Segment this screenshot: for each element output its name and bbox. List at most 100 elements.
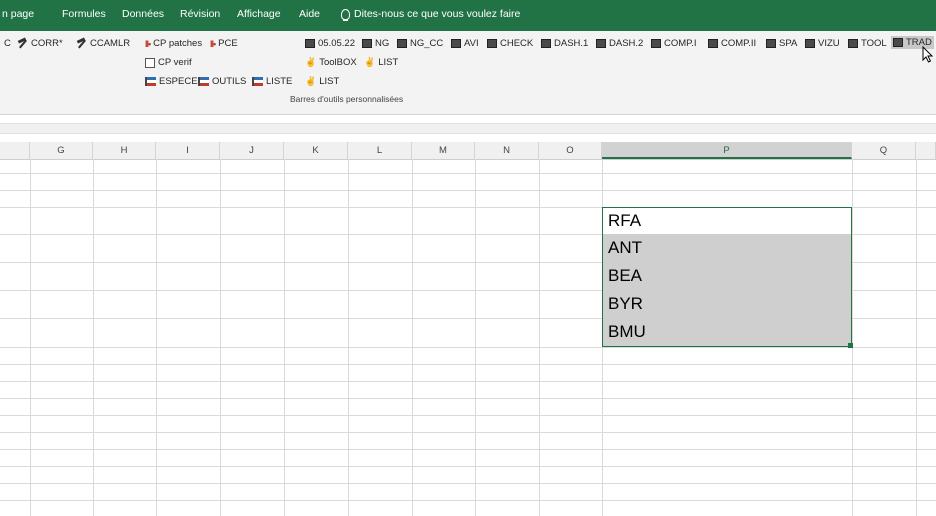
column-header-p[interactable]: P (602, 142, 852, 159)
toolbar-button-05-05-22[interactable]: 05.05.22 (305, 38, 355, 49)
toolbar-button-tool[interactable]: TOOL (848, 38, 887, 49)
cell-byr[interactable]: BYR (608, 290, 848, 318)
toolbar-icon (362, 39, 372, 48)
lightbulb-icon (341, 8, 350, 21)
toolbar-button-check[interactable]: CHECK (487, 38, 533, 49)
toolbar-icon (805, 39, 815, 48)
toolbar-label: NG_CC (410, 38, 444, 49)
column-header-partial[interactable] (0, 142, 30, 159)
column-header-h[interactable]: H (93, 142, 156, 159)
cp-patches-button[interactable]: II• CP patches (145, 38, 202, 49)
column-header-m[interactable]: M (412, 142, 475, 159)
grid-line (0, 500, 936, 501)
column-headers: G H I J K L M N O P Q (0, 142, 936, 160)
espece-button[interactable]: ESPECE (145, 76, 198, 87)
outils-label: OUTILS (212, 76, 247, 87)
tab-aide[interactable]: Aide (299, 8, 320, 20)
ribbon-button-c-label: C (4, 38, 11, 49)
column-header-l[interactable]: L (348, 142, 412, 159)
toolbar-label: COMP.I (664, 38, 697, 49)
hand-icon: ✌ (364, 57, 376, 67)
tab-revision[interactable]: Révision (180, 8, 220, 20)
toolbar-button-spa[interactable]: SPA (766, 38, 797, 49)
outils-button[interactable]: OUTILS (198, 76, 246, 87)
toolbar-label: DASH.1 (554, 38, 589, 49)
column-header-q[interactable]: Q (852, 142, 916, 159)
tab-mise-en-page[interactable]: n page (2, 8, 34, 20)
flag-icon (145, 77, 156, 86)
menu-bar: n page Formules Données Révision Afficha… (0, 0, 936, 31)
toolbar-icon (848, 39, 858, 48)
column-header-i[interactable]: I (156, 142, 220, 159)
grid-line (916, 159, 917, 516)
tool-icon (18, 39, 28, 48)
grid-line (0, 449, 936, 450)
list-button-1[interactable]: ✌ LIST (364, 57, 398, 68)
cell-ant[interactable]: ANT (608, 234, 848, 262)
tab-affichage[interactable]: Affichage (237, 8, 281, 20)
toolbar-label: SPA (779, 38, 798, 49)
toolbar-button-comp-ii[interactable]: COMP.II (708, 38, 756, 49)
toolbar-button-comp-i[interactable]: COMP.I (651, 38, 697, 49)
corr-button[interactable]: CORR* (18, 38, 63, 49)
hand-icon: ✌ (305, 76, 317, 86)
toolbox-label: ToolBOX (319, 57, 357, 68)
toolbar-label: NG (375, 38, 390, 49)
cp-verif-button[interactable]: CP verif (145, 57, 192, 68)
mouse-pointer-icon (922, 46, 934, 63)
toolbar-icon (651, 39, 661, 48)
column-header-j[interactable]: J (220, 142, 284, 159)
column-header-n[interactable]: N (475, 142, 539, 159)
pce-button[interactable]: II• PCE (210, 38, 238, 49)
column-header-g[interactable]: G (30, 142, 93, 159)
toolbar-button-dash-2[interactable]: DASH.2 (596, 38, 643, 49)
toolbar-icon (487, 39, 497, 48)
toolbar-button-vizu[interactable]: VIZU (805, 38, 840, 49)
column-header-k[interactable]: K (284, 142, 348, 159)
toolbar-button-ng[interactable]: NG (362, 38, 389, 49)
liste-button[interactable]: LISTE (252, 76, 292, 87)
ccamlr-button[interactable]: CCAMLR (77, 38, 130, 49)
toolbar-icon (766, 39, 776, 48)
tell-me-box[interactable]: Dites-nous ce que vous voulez faire (341, 8, 520, 21)
grid-line (0, 381, 936, 382)
espece-label: ESPECE (159, 76, 198, 87)
column-header-partial-right[interactable] (916, 142, 936, 159)
toolbar-icon (893, 38, 903, 47)
toolbar-icon (305, 39, 315, 48)
toolbar-button-dash-1[interactable]: DASH.1 (541, 38, 588, 49)
hand-icon: ✌ (305, 57, 317, 67)
toolbar-label: 05.05.22 (318, 38, 355, 49)
flag-icon (252, 77, 263, 86)
ccamlr-label: CCAMLR (90, 38, 131, 49)
cp-verif-label: CP verif (158, 57, 192, 68)
cell-bea[interactable]: BEA (608, 262, 848, 290)
tab-donnees[interactable]: Données (122, 8, 164, 20)
toolbox-button[interactable]: ✌ ToolBOX (305, 57, 357, 68)
grid-line (0, 398, 936, 399)
grid-line (0, 190, 936, 191)
grid-line (0, 415, 936, 416)
list-button-2[interactable]: ✌ LIST (305, 76, 339, 87)
grid-line (284, 159, 285, 516)
patch-icon: II• (210, 38, 216, 49)
ribbon-button-c[interactable]: C (4, 38, 11, 49)
column-header-o[interactable]: O (539, 142, 602, 159)
formula-bar-area (0, 115, 936, 141)
list-label-2: LIST (319, 76, 340, 87)
pce-label: PCE (218, 38, 238, 49)
fill-handle[interactable] (848, 343, 853, 348)
toolbar-icon (397, 39, 407, 48)
cell-bmu[interactable]: BMU (608, 318, 848, 346)
toolbar-label: DASH.2 (609, 38, 644, 49)
tab-formules[interactable]: Formules (62, 8, 106, 20)
cell-rfa[interactable]: RFA (608, 207, 848, 235)
toolbar-button-ng-cc[interactable]: NG_CC (397, 38, 443, 49)
toolbar-icon (541, 39, 551, 48)
toolbar-label: COMP.II (721, 38, 757, 49)
grid-line (156, 159, 157, 516)
grid-line (539, 159, 540, 516)
formula-bar[interactable] (0, 123, 936, 134)
toolbar-icon (451, 39, 461, 48)
toolbar-button-avi[interactable]: AVI (451, 38, 479, 49)
